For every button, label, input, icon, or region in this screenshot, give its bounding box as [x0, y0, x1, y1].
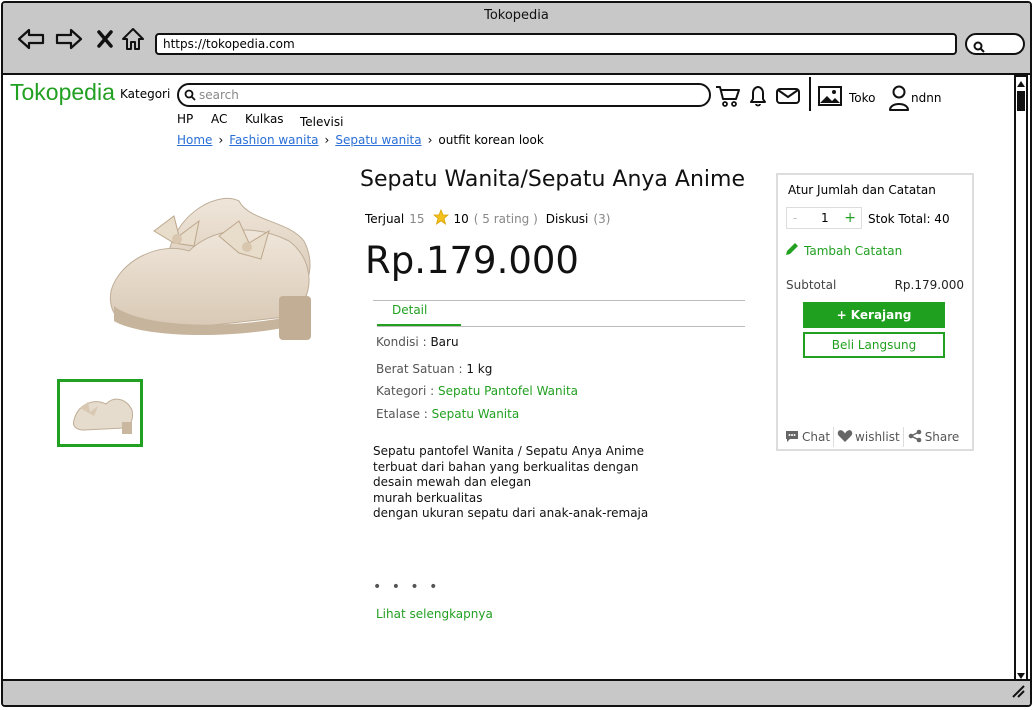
diskusi-count: (3) — [593, 211, 611, 226]
description-line: Sepatu pantofel Wanita / Sepatu Anya Ani… — [373, 444, 644, 458]
product-thumbnail[interactable] — [57, 379, 143, 447]
address-bar[interactable]: https://tokopedia.com — [155, 33, 957, 55]
chevron-right-icon: › — [324, 133, 330, 147]
user-name[interactable]: ndnn — [911, 91, 941, 105]
lihat-selengkapnya-link[interactable]: Lihat selengkapnya — [376, 607, 493, 621]
back-arrow-icon[interactable] — [17, 25, 45, 53]
kategori-menu[interactable]: Kategori — [120, 87, 170, 101]
berat-value: 1 kg — [466, 362, 493, 376]
product-stats: Terjual 15 10 ( 5 rating ) Diskusi (3) — [365, 208, 611, 228]
toko-label[interactable]: Toko — [849, 91, 876, 105]
breadcrumb-home[interactable]: Home — [177, 133, 212, 147]
panel-actions: Chat wishlist Share — [784, 427, 959, 447]
user-icon[interactable] — [887, 85, 911, 111]
share-icon — [907, 429, 923, 446]
chevron-right-icon: › — [218, 133, 224, 147]
browser-window: Tokopedia https://tokopedia.com Tokopedi… — [1, 1, 1032, 707]
tab-divider — [377, 326, 745, 327]
tab-divider — [373, 300, 745, 301]
terjual-label: Terjual — [365, 211, 405, 226]
wishlist-label: wishlist — [855, 430, 900, 444]
ellipsis-dots: • • • • — [373, 579, 441, 595]
quick-link-hp[interactable]: HP — [177, 112, 193, 126]
kategori-label: Kategori : — [376, 384, 435, 398]
cart-icon[interactable] — [715, 83, 741, 109]
pencil-icon — [784, 241, 800, 260]
image-icon[interactable] — [817, 83, 843, 109]
cart-panel: Atur Jumlah dan Catatan - 1 + Stok Total… — [776, 173, 974, 451]
product-price: Rp.179.000 — [365, 239, 579, 282]
diskusi-label[interactable]: Diskusi — [546, 212, 589, 226]
resize-grip-icon[interactable] — [1010, 683, 1026, 703]
tambah-catatan-label: Tambah Catatan — [804, 243, 903, 258]
quantity-stepper[interactable]: - 1 + — [786, 207, 862, 229]
decrease-button[interactable]: - — [793, 211, 797, 225]
spec-kategori: Kategori : Sepatu Pantofel Wanita — [376, 384, 578, 398]
chat-icon — [784, 429, 800, 446]
star-icon — [432, 208, 449, 228]
chat-button[interactable]: Chat — [784, 429, 830, 446]
forward-arrow-icon[interactable] — [55, 25, 83, 53]
description-line: dengan ukuran sepatu dari anak-anak-rema… — [373, 506, 649, 521]
bell-icon[interactable] — [746, 83, 770, 109]
header-divider — [808, 77, 812, 111]
increase-button[interactable]: + — [844, 210, 856, 226]
quick-link-televisi[interactable]: Televisi — [300, 115, 343, 129]
kategori-link[interactable]: Sepatu Pantofel Wanita — [438, 384, 578, 398]
search-icon — [184, 89, 196, 104]
kondisi-value: Baru — [430, 335, 459, 349]
spec-etalase: Etalase : Sepatu Wanita — [376, 407, 519, 421]
tambah-catatan-button[interactable]: Tambah Catatan — [784, 241, 902, 260]
share-button[interactable]: Share — [907, 429, 960, 446]
quantity-value[interactable]: 1 — [821, 211, 829, 225]
tab-detail[interactable]: Detail — [392, 303, 427, 317]
chevron-right-icon: › — [427, 133, 433, 147]
description-line: desain mewah dan elegan — [373, 475, 532, 490]
terjual-count: 15 — [409, 211, 425, 226]
add-to-cart-button[interactable]: + Kerajang — [803, 302, 945, 328]
title-bar: Tokopedia https://tokopedia.com — [3, 3, 1030, 75]
mail-icon[interactable] — [775, 83, 801, 109]
browser-search-box[interactable] — [965, 33, 1025, 55]
search-icon — [973, 38, 985, 57]
breadcrumb-fashion-wanita[interactable]: Fashion wanita — [229, 133, 318, 147]
status-bar — [3, 679, 1030, 705]
stock-total: Stok Total: 40 — [868, 212, 950, 226]
search-input[interactable]: search — [177, 83, 711, 107]
action-divider — [833, 427, 835, 447]
product-main-image[interactable] — [99, 181, 329, 361]
subtotal-label: Subtotal — [786, 278, 837, 292]
vertical-scrollbar[interactable] — [1014, 75, 1028, 685]
heart-icon — [837, 429, 853, 446]
breadcrumb-current: outfit korean look — [438, 133, 544, 147]
breadcrumb: Home › Fashion wanita › Sepatu wanita › … — [177, 133, 544, 147]
spec-berat: Berat Satuan : 1 kg — [376, 362, 492, 376]
quick-link-ac[interactable]: AC — [211, 112, 227, 126]
berat-label: Berat Satuan : — [376, 362, 463, 376]
wishlist-button[interactable]: wishlist — [837, 429, 900, 446]
chat-label: Chat — [802, 430, 831, 444]
etalase-link[interactable]: Sepatu Wanita — [432, 407, 520, 421]
product-description: Sepatu pantofel Wanita / Sepatu Anya Ani… — [373, 444, 648, 522]
tokopedia-logo[interactable]: Tokopedia — [10, 79, 115, 106]
breadcrumb-sepatu-wanita[interactable]: Sepatu wanita — [335, 133, 421, 147]
cart-panel-title: Atur Jumlah dan Catatan — [788, 183, 936, 197]
share-label: Share — [924, 430, 960, 444]
subtotal-value: Rp.179.000 — [894, 278, 964, 292]
kondisi-label: Kondisi : — [376, 335, 427, 349]
close-x-icon[interactable] — [91, 25, 119, 53]
search-placeholder: search — [199, 88, 239, 102]
description-line: murah berkualitas — [373, 490, 483, 505]
spec-kondisi: Kondisi : Baru — [376, 335, 459, 349]
description-line: terbuat dari bahan yang berkualitas deng… — [373, 459, 639, 474]
rating-value: 10 — [453, 211, 469, 226]
home-icon[interactable] — [119, 25, 147, 53]
action-divider — [902, 427, 904, 447]
rating-count[interactable]: ( 5 rating ) — [474, 212, 538, 226]
product-title: Sepatu Wanita/Sepatu Anya Anime — [360, 167, 745, 192]
etalase-label: Etalase : — [376, 407, 428, 421]
quick-link-kulkas[interactable]: Kulkas — [245, 112, 284, 126]
buy-now-button[interactable]: Beli Langsung — [803, 332, 945, 358]
window-title: Tokopedia — [484, 8, 549, 23]
